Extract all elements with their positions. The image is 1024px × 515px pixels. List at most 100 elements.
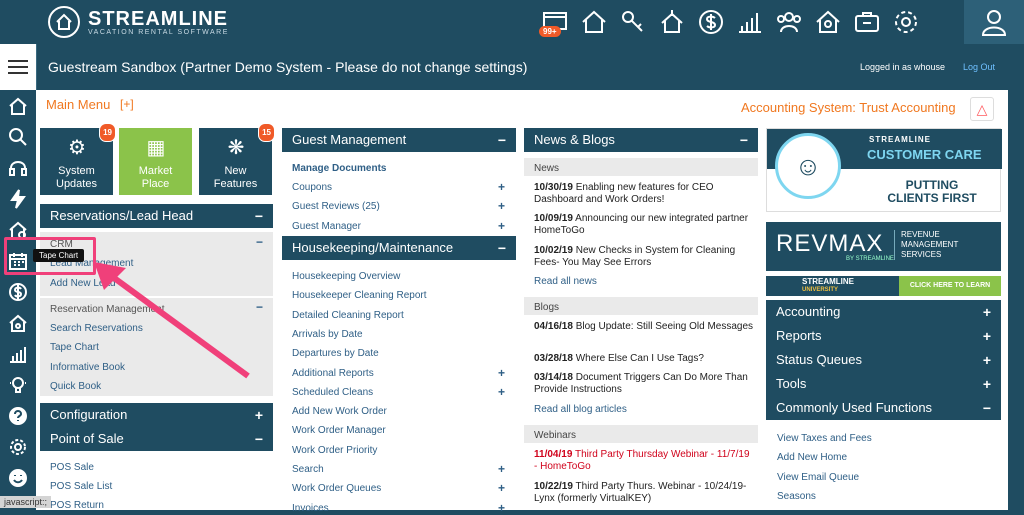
expand-icon[interactable]: + [498,366,505,380]
expand-icon[interactable]: + [498,180,505,194]
coupons-link[interactable]: Coupons [292,182,332,193]
collapse-icon[interactable]: − [740,128,748,152]
pos-sale-list-link[interactable]: POS Sale List [50,481,112,492]
webinar-item[interactable]: 11/04/19 Third Party Thursday Webinar - … [534,449,754,473]
housekeeping-item[interactable]: Housekeeper Cleaning Report [292,290,427,301]
keys-icon[interactable] [613,0,652,44]
guest-management-header[interactable]: Guest Management − [282,128,516,152]
tile-system-updates[interactable]: ⚙ 19 System Updates [40,123,116,195]
sidebar-headset-icon[interactable] [0,152,36,183]
res-collapse-icon[interactable]: − [256,300,263,314]
right-menu-header[interactable]: Commonly Used Functions − [766,396,1001,420]
housekeeping-item[interactable]: Invoices [292,503,329,514]
expand-icon[interactable]: + [983,324,991,348]
housekeeping-item[interactable]: Search [292,464,324,475]
settings-icon[interactable] [886,0,925,44]
right-menu-header[interactable]: Tools + [766,372,1001,396]
sidebar-smile-icon[interactable] [0,462,36,493]
read-all-blogs-link[interactable]: Read all blog articles [534,404,627,415]
right-menu-header[interactable]: Status Queues + [766,348,1001,372]
housekeeping-item[interactable]: Add New Work Order [292,406,387,417]
configuration-panel-header[interactable]: Configuration + [40,403,273,427]
housekeeping-item[interactable]: Work Order Priority [292,445,377,456]
housekeeping-item[interactable]: Detailed Cleaning Report [292,310,404,321]
sidebar-lightning-icon[interactable] [0,183,36,214]
brand-logo[interactable]: STREAMLINE VACATION RENTAL SOFTWARE [38,0,338,44]
webinar-item[interactable]: 10/22/19 Third Party Thurs. Webinar - 10… [534,481,754,505]
home-icon[interactable] [574,0,613,44]
collapse-icon[interactable]: − [498,236,506,260]
pos-sale-link[interactable]: POS Sale [50,462,94,473]
housekeeping-item[interactable]: Arrivals by Date [292,329,363,340]
expand-icon[interactable]: + [983,300,991,324]
reports-icon[interactable] [730,0,769,44]
housekeeping-item[interactable]: Work Order Manager [292,425,386,436]
housekeeping-item[interactable]: Housekeeping Overview [292,271,400,282]
sidebar-search-icon[interactable] [0,121,36,152]
expand-icon[interactable]: + [983,348,991,372]
logout-link[interactable]: Log Out [963,62,995,72]
learn-more-button[interactable]: CLICK HERE TO LEARN MORE [899,276,1001,309]
guest-reviews-link[interactable]: Guest Reviews (25) [292,201,380,212]
sidebar-home-icon[interactable] [0,90,36,121]
seasons-link[interactable]: Seasons [777,491,816,502]
news-item[interactable]: 10/02/19 New Checks in System for Cleani… [534,245,754,269]
blog-item[interactable]: 04/16/18 Blog Update: Still Seeing Old M… [534,321,754,333]
expand-icon[interactable]: + [498,501,505,515]
housekeeping-item[interactable]: Scheduled Cleans [292,387,373,398]
owner-home-icon[interactable] [808,0,847,44]
blog-item[interactable]: 03/28/18 Where Else Can I Use Tags? [534,353,754,365]
expand-icon[interactable]: + [983,372,991,396]
dollar-icon[interactable] [691,0,730,44]
sidebar-owner-icon[interactable] [0,307,36,338]
sidebar-dollar-icon[interactable] [0,276,36,307]
main-menu-toggle[interactable]: [+] [120,97,134,111]
expand-icon[interactable]: + [498,199,505,213]
read-all-news-link[interactable]: Read all news [534,276,597,287]
manage-documents-link[interactable]: Manage Documents [292,163,386,174]
revmax-ad[interactable]: REVMAX BY STREAMLINE REVENUE MANAGEMENT … [766,222,1001,271]
news-blogs-header[interactable]: News & Blogs − [524,128,758,152]
expand-icon[interactable]: + [498,462,505,476]
sidebar-chart-icon[interactable] [0,338,36,369]
expand-icon[interactable]: + [255,403,263,427]
view-taxes-link[interactable]: View Taxes and Fees [777,433,872,444]
tile-market-place[interactable]: ▦ Market Place [119,128,192,195]
crm-collapse-icon[interactable]: − [256,235,263,249]
sidebar-bulb-icon[interactable] [0,369,36,400]
user-icon[interactable] [964,0,1024,44]
guest-manager-link[interactable]: Guest Manager [292,221,361,232]
customer-care-ad[interactable]: STREAMLINE CUSTOMER CARE ☺ PUTTING CLIEN… [766,128,1002,212]
reservations-panel-header[interactable]: Reservations/Lead Head − [40,204,273,228]
sidebar-gear-icon[interactable] [0,431,36,462]
airbnb-icon[interactable]: △ [970,97,994,121]
streamline-university-ad[interactable]: STREAMLINE UNIVERSITY CLICK HERE TO LEAR… [766,276,1001,309]
news-item[interactable]: 10/09/19 Announcing our new integrated p… [534,213,754,237]
collapse-icon[interactable]: − [983,396,991,420]
view-email-queue-link[interactable]: View Email Queue [777,472,859,483]
right-menu-header[interactable]: Accounting + [766,300,1001,324]
housekeeping-item[interactable]: Departures by Date [292,348,379,359]
expand-icon[interactable]: + [498,385,505,399]
expand-icon[interactable]: + [498,219,505,233]
hamburger-menu-icon[interactable] [0,44,36,90]
quick-book-link[interactable]: Quick Book [50,381,101,392]
expand-icon[interactable]: + [498,481,505,495]
housekeeping-icon[interactable] [652,0,691,44]
pos-panel-header[interactable]: Point of Sale − [40,427,273,451]
collapse-icon[interactable]: − [498,128,506,152]
housekeeping-header[interactable]: Housekeeping/Maintenance − [282,236,516,260]
tile-new-features[interactable]: ❋ 15 New Features [199,123,275,195]
housekeeping-item[interactable]: Work Order Queues [292,483,381,494]
toolbox-icon[interactable] [847,0,886,44]
alerts-icon[interactable]: 99+ [535,0,574,44]
right-menu-header[interactable]: Reports + [766,324,1001,348]
news-item[interactable]: 10/30/19 Enabling new features for CEO D… [534,182,754,206]
sidebar-help-icon[interactable] [0,400,36,431]
housekeeping-item[interactable]: Additional Reports [292,368,374,379]
blog-item[interactable]: 03/14/18 Document Triggers Can Do More T… [534,372,754,396]
collapse-icon[interactable]: − [255,427,263,451]
collapse-icon[interactable]: − [255,204,263,228]
pos-return-link[interactable]: POS Return [50,500,104,511]
add-new-home-link[interactable]: Add New Home [777,452,847,463]
